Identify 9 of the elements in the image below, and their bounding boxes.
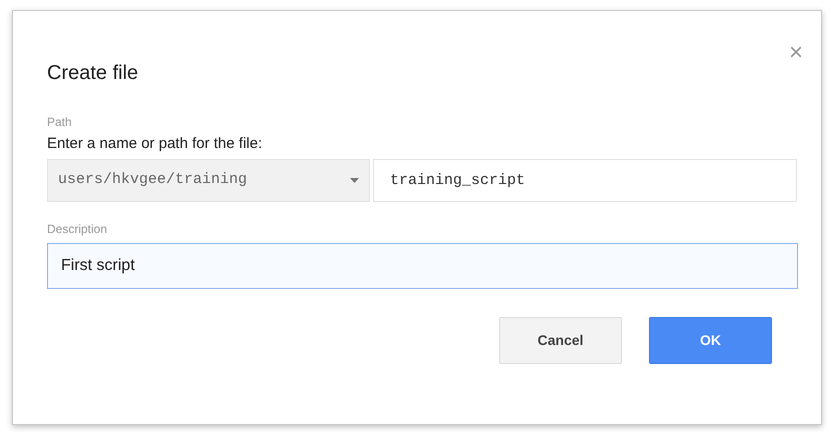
cancel-button[interactable]: Cancel — [499, 317, 622, 364]
caret-icon — [350, 178, 359, 183]
folder-dropdown[interactable]: users/hkvgee/training — [47, 159, 370, 202]
file-name-field[interactable]: training_script — [373, 159, 797, 202]
description-field[interactable]: First script — [47, 243, 798, 289]
dialog-title: Create file — [47, 61, 140, 86]
path-prompt: Enter a name or path for the file: — [47, 135, 264, 153]
description-label: Description — [47, 222, 108, 236]
path-label: Path — [47, 115, 73, 129]
